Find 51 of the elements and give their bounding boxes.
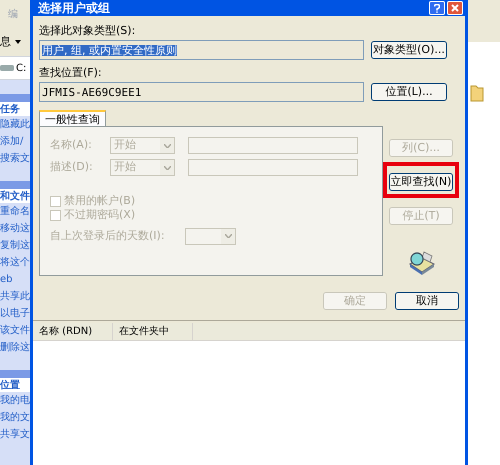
column-header[interactable]: 在文件夹中 (113, 323, 193, 340)
task-link[interactable]: 该文件 (0, 326, 30, 336)
dialog-button[interactable]: 立即查找(N) (389, 173, 453, 191)
column-header[interactable]: 名称 (RDN) (33, 323, 113, 340)
dialog-button[interactable]: 对象类型(O)... (371, 41, 447, 59)
caret-icon (164, 166, 170, 170)
text-field[interactable]: JFMIS-AE69C9EE1 (39, 82, 364, 102)
task-link[interactable]: 我的文 (0, 412, 30, 422)
close-button[interactable] (447, 1, 463, 15)
toolbar-label: 息 (0, 34, 11, 50)
task-link[interactable]: 添加/ (0, 136, 24, 146)
task-link[interactable]: eb (0, 274, 12, 284)
checkbox[interactable] (50, 210, 61, 220)
task-link[interactable]: 搜索文 (0, 154, 30, 164)
caret-icon (224, 234, 232, 238)
field-label: 名称(A): (50, 137, 93, 154)
field-label: 描述(D): (50, 159, 94, 176)
section-heading: 任务 (0, 102, 20, 116)
task-link[interactable]: 重命名 (0, 206, 30, 216)
section-heading: 和文件 (0, 190, 30, 204)
checkbox-label: 不过期密码(X) (64, 206, 136, 223)
section-heading: 位置 (0, 378, 20, 392)
text-field[interactable] (188, 159, 358, 176)
text-field[interactable]: 用户, 组, 或内置安全性原则 (39, 40, 364, 60)
field-value: 用户, 组, 或内置安全性原则 (42, 44, 177, 56)
toolbar-label: 编 (8, 8, 18, 22)
task-link[interactable]: 共享文 (0, 430, 30, 440)
address-text: C: (16, 62, 26, 76)
field-label: 自上次登录后的天数(I): (50, 228, 166, 244)
task-link[interactable]: 我的电 (0, 396, 30, 406)
checkbox-label: 禁用的帐户(B) (64, 192, 136, 208)
dropdown[interactable] (185, 228, 236, 244)
close-icon (451, 4, 459, 12)
field-label: 选择此对象类型(S): (39, 24, 136, 38)
checkbox[interactable] (50, 196, 61, 206)
caret-icon (15, 40, 21, 44)
task-link[interactable]: 移动这 (0, 224, 30, 234)
window-title: 选择用户或组 (38, 2, 110, 14)
help-icon (434, 4, 440, 12)
tab[interactable]: 一般性查询 (39, 110, 106, 126)
dialog-button[interactable]: 位置(L)... (371, 83, 447, 101)
field-label: 查找位置(F): (39, 66, 103, 80)
caret-icon (164, 144, 170, 148)
task-link[interactable]: 将这个 (0, 258, 30, 268)
dialog-button[interactable]: 取消 (395, 292, 459, 310)
task-link[interactable]: 共享此 (0, 292, 30, 302)
drive-icon (0, 64, 14, 72)
task-link[interactable]: 以电子 (0, 308, 30, 318)
text-field[interactable] (188, 137, 358, 154)
field-value: JFMIS-AE69C9EE1 (42, 86, 142, 98)
help-button[interactable] (429, 1, 445, 15)
